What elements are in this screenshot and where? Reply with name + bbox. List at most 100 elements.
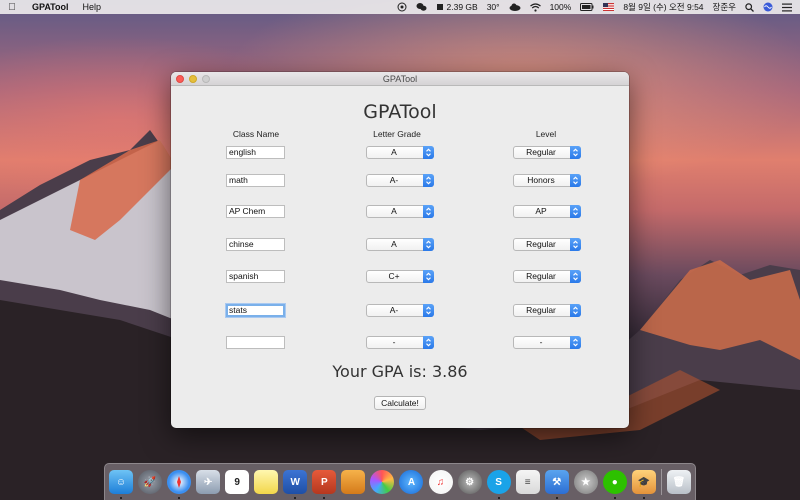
menu-bar:  GPATool Help 2.39 GB 30° 100% 8월 9일 (수…: [0, 0, 800, 14]
app-store-icon[interactable]: A: [399, 470, 424, 494]
siri-icon[interactable]: [763, 2, 773, 12]
itunes-icon[interactable]: ♫: [428, 470, 453, 494]
minimize-window-button[interactable]: [189, 75, 197, 83]
battery-percent[interactable]: 100%: [550, 2, 572, 12]
level-select[interactable]: AP: [513, 205, 581, 218]
letter-grade-select[interactable]: A: [366, 146, 434, 159]
level-value: Regular: [526, 271, 556, 281]
spotlight-search-icon[interactable]: [745, 2, 754, 12]
class-name-input[interactable]: spanish: [226, 270, 285, 283]
word-icon[interactable]: W: [283, 470, 308, 499]
level-value: Regular: [526, 147, 556, 157]
letter-grade-header: Letter Grade: [373, 129, 421, 139]
zoom-window-button[interactable]: [202, 75, 210, 83]
finder-icon[interactable]: ☺: [109, 470, 133, 499]
level-select[interactable]: Regular: [513, 146, 581, 159]
gpa-result: Your GPA is: 3.86: [332, 362, 468, 381]
calendar-icon[interactable]: 9: [225, 470, 250, 494]
wechat-icon[interactable]: [416, 2, 427, 12]
camera-icon[interactable]: [397, 2, 407, 12]
letter-grade-value: A: [391, 147, 397, 157]
updown-arrows-icon: [570, 336, 581, 349]
temperature-value[interactable]: 30°: [487, 2, 500, 12]
class-name-input[interactable]: stats: [226, 304, 285, 317]
letter-grade-value: A: [391, 239, 397, 249]
launchpad-icon[interactable]: 🚀: [138, 470, 163, 494]
wifi-icon[interactable]: [529, 2, 541, 12]
updown-arrows-icon: [570, 174, 581, 187]
user-name[interactable]: 장준우: [713, 1, 736, 13]
level-select[interactable]: -: [513, 336, 581, 349]
level-value: Regular: [526, 239, 556, 249]
letter-grade-value: A: [391, 206, 397, 216]
us-flag-icon[interactable]: [603, 3, 615, 11]
system-preferences-icon[interactable]: ⚙: [457, 470, 482, 494]
xcode-icon[interactable]: ⚒: [544, 470, 569, 499]
skype-icon[interactable]: S: [486, 470, 511, 499]
safari-icon[interactable]: [167, 470, 192, 499]
preview-icon[interactable]: [341, 470, 366, 494]
class-name-input[interactable]: math: [226, 174, 285, 187]
updown-arrows-icon: [423, 304, 434, 317]
letter-grade-select[interactable]: A: [366, 238, 434, 251]
letter-grade-select[interactable]: A: [366, 205, 434, 218]
gpatool-dock-icon[interactable]: 🎓: [631, 470, 656, 499]
updown-arrows-icon: [570, 238, 581, 251]
updown-arrows-icon: [570, 270, 581, 283]
textedit-icon[interactable]: ≡: [515, 470, 540, 494]
updown-arrows-icon: [423, 174, 434, 187]
notification-center-icon[interactable]: [782, 3, 792, 12]
powerpoint-icon[interactable]: P: [312, 470, 337, 499]
clock[interactable]: 8월 9일 (수) 오전 9:54: [623, 1, 703, 13]
class-name-input[interactable]: [226, 336, 285, 349]
gpatool-window: GPATool GPATool Class Name Letter Grade …: [171, 72, 629, 428]
trash-icon[interactable]: 🗑: [666, 470, 691, 494]
letter-grade-value: A-: [389, 175, 399, 185]
class-name-header: Class Name: [232, 129, 280, 139]
level-header: Level: [535, 129, 557, 139]
photos-icon[interactable]: [370, 470, 395, 494]
cloud-icon[interactable]: [509, 3, 521, 11]
level-select[interactable]: Regular: [513, 238, 581, 251]
letter-grade-select[interactable]: A-: [366, 304, 434, 317]
level-select[interactable]: Regular: [513, 270, 581, 283]
letter-grade-value: A-: [389, 305, 399, 315]
updown-arrows-icon: [423, 205, 434, 218]
letter-grade-select[interactable]: A-: [366, 174, 434, 187]
updown-arrows-icon: [570, 146, 581, 159]
window-titlebar[interactable]: GPATool: [171, 72, 629, 86]
letter-grade-value: -: [392, 337, 396, 347]
notes-icon[interactable]: [254, 470, 279, 494]
app-menu[interactable]: GPATool: [32, 2, 69, 12]
level-value: Regular: [526, 305, 556, 315]
class-name-input[interactable]: chinse: [226, 238, 285, 251]
class-name-input[interactable]: AP Chem: [226, 205, 285, 218]
letter-grade-select[interactable]: -: [366, 336, 434, 349]
updown-arrows-icon: [423, 270, 434, 283]
window-title: GPATool: [382, 74, 418, 84]
updown-arrows-icon: [423, 238, 434, 251]
mail-icon[interactable]: ✈: [196, 470, 221, 494]
level-select[interactable]: Honors: [513, 174, 581, 187]
app-heading: GPATool: [363, 101, 437, 123]
level-value: Honors: [527, 175, 555, 185]
dock: ☺ 🚀 ✈ 9 W P A ♫ ⚙ S ≡ ⚒ ★ ● 🎓 🗑: [104, 463, 696, 500]
close-window-button[interactable]: [176, 75, 184, 83]
status-area: 2.39 GB 30° 100% 8월 9일 (수) 오전 9:54 장준우: [397, 1, 800, 13]
level-value: AP: [535, 206, 547, 216]
memory-chip-icon: [437, 4, 444, 10]
battery-icon[interactable]: [580, 3, 594, 11]
level-select[interactable]: Regular: [513, 304, 581, 317]
letter-grade-select[interactable]: C+: [366, 270, 434, 283]
class-name-input[interactable]: english: [226, 146, 285, 159]
calculate-button[interactable]: Calculate!: [374, 396, 426, 410]
updown-arrows-icon: [570, 205, 581, 218]
wechat-dock-icon[interactable]: ●: [602, 470, 627, 499]
apple-menu-icon[interactable]: : [0, 2, 24, 13]
level-value: -: [539, 337, 543, 347]
updown-arrows-icon: [570, 304, 581, 317]
help-menu[interactable]: Help: [83, 2, 102, 12]
memory-monitor[interactable]: 2.39 GB: [436, 2, 478, 12]
updown-arrows-icon: [423, 146, 434, 159]
instruments-icon[interactable]: ★: [573, 470, 598, 494]
